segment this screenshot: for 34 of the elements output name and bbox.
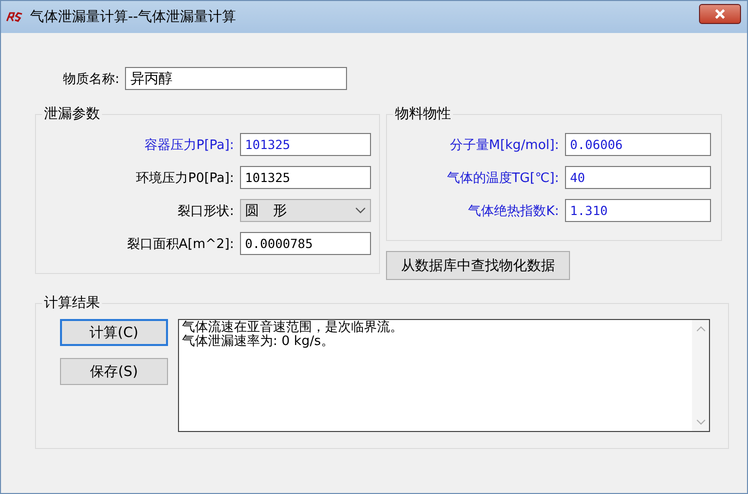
chevron-down-icon bbox=[355, 207, 366, 214]
field-label: 气体的温度TG[℃]: bbox=[446, 170, 559, 186]
scroll-down-icon bbox=[696, 419, 706, 425]
app-logo-icon bbox=[6, 12, 24, 22]
field-label: 环境压力P0[Pa]: bbox=[135, 170, 234, 186]
window-title: 气体泄漏量计算--气体泄漏量计算 bbox=[30, 8, 238, 26]
field-label: 物质名称: bbox=[63, 70, 120, 88]
action-button[interactable]: 计算(C) bbox=[60, 319, 168, 346]
result-text-area[interactable]: 气体流速在亚音速范围，是次临界流。 气体泄漏速率为: 0 kg/s。 bbox=[178, 319, 710, 432]
field-label: 气体绝热指数K: bbox=[467, 202, 559, 220]
result-text: 气体流速在亚音速范围，是次临界流。 bbox=[182, 321, 404, 335]
field-label: 容器压力P[Pa]: bbox=[143, 136, 234, 154]
action-button[interactable]: 保存(S) bbox=[60, 358, 168, 385]
scroll-up-icon bbox=[696, 326, 706, 332]
group-title: 计算结果 bbox=[42, 294, 102, 312]
shape-dropdown[interactable]: 圆 形 bbox=[240, 199, 371, 222]
field-label: 分子量M[kg/mol]: bbox=[448, 136, 559, 154]
result-text: 气体泄漏速率为: 0 kg/s。 bbox=[182, 335, 335, 349]
input-field[interactable]: 40 bbox=[565, 166, 711, 189]
group-title: 物料物性 bbox=[393, 105, 453, 123]
input-field[interactable]: 101325 bbox=[240, 166, 371, 189]
close-icon bbox=[714, 9, 726, 19]
input-field[interactable]: 0.06006 bbox=[565, 133, 711, 156]
substance-field[interactable]: 异丙醇 bbox=[125, 67, 348, 90]
input-field[interactable]: 1.310 bbox=[565, 199, 711, 222]
lookup-button[interactable]: 从数据库中查找物化数据 bbox=[386, 251, 570, 280]
close-button[interactable] bbox=[699, 4, 741, 24]
scrollbar[interactable] bbox=[692, 320, 709, 431]
input-field[interactable]: 0.0000785 bbox=[240, 232, 371, 255]
dropdown-value: 圆 形 bbox=[245, 202, 287, 220]
field-label: 裂口形状: bbox=[176, 202, 234, 220]
input-field[interactable]: 101325 bbox=[240, 133, 371, 156]
field-label: 裂口面积A[m^2]: bbox=[126, 236, 234, 252]
group-title: 泄漏参数 bbox=[42, 105, 102, 123]
